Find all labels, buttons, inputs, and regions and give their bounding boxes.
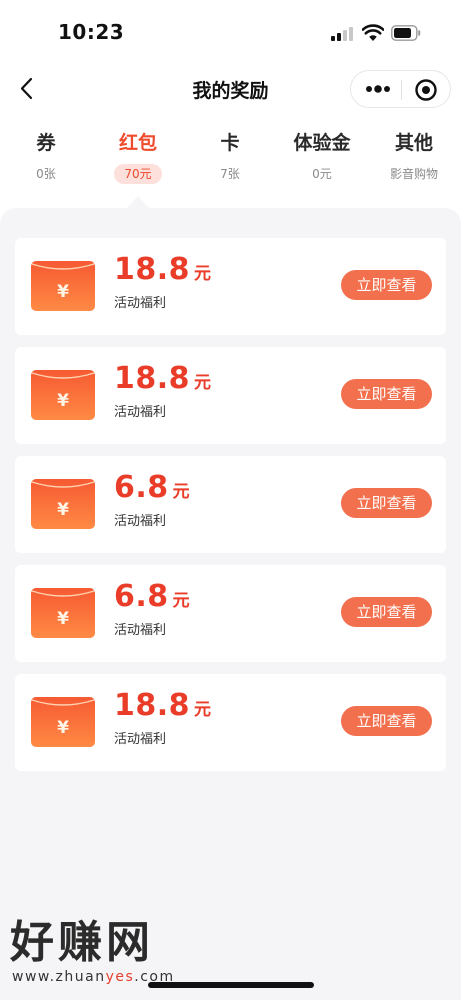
amount-row: 18.8 元 (114, 688, 211, 728)
yen-icon: ¥ (57, 609, 69, 629)
red-packet-card: ¥ 18.8 元 活动福利 立即查看 (15, 674, 446, 771)
tab-label: 红包 (118, 132, 157, 154)
red-envelope-icon: ¥ (31, 261, 95, 311)
red-envelope-icon: ¥ (31, 588, 95, 638)
mini-program-capsule (350, 70, 451, 108)
tab-count: 0元 (312, 167, 332, 181)
packet-amount: 6.8 (114, 579, 169, 614)
tab-count: 影音购物 (389, 167, 438, 181)
amount-unit: 元 (194, 700, 212, 720)
yen-icon: ¥ (57, 500, 69, 520)
amount-unit: 元 (172, 482, 190, 502)
tab-label: 体验金 (293, 132, 351, 154)
wifi-icon (362, 24, 384, 41)
more-dots-icon[interactable] (365, 81, 391, 97)
tab-others[interactable]: 其他 影音购物 (368, 124, 460, 190)
home-indicator[interactable] (148, 982, 314, 988)
view-now-button[interactable]: 立即查看 (341, 706, 432, 736)
tab-count: 7张 (220, 167, 240, 181)
tab-coupons[interactable]: 券 0张 (0, 124, 92, 190)
tab-label: 券 (36, 132, 56, 154)
battery-icon (391, 25, 421, 41)
view-now-button[interactable]: 立即查看 (341, 488, 432, 518)
signal-icon (331, 27, 353, 41)
packet-description: 活动福利 (114, 296, 167, 311)
view-now-button[interactable]: 立即查看 (341, 379, 432, 409)
amount-row: 6.8 元 (114, 470, 190, 510)
red-envelope-icon: ¥ (31, 479, 95, 529)
view-now-button[interactable]: 立即查看 (341, 270, 432, 300)
site-watermark: 好赚网 www.zhuanyes.com (10, 918, 210, 988)
yen-icon: ¥ (57, 718, 69, 738)
tab-count: 0张 (36, 167, 56, 181)
amount-unit: 元 (194, 264, 212, 284)
packet-amount: 18.8 (114, 361, 191, 396)
red-envelope-icon: ¥ (31, 370, 95, 420)
packet-amount: 18.8 (114, 252, 191, 287)
nav-bar: 我的奖励 (0, 66, 461, 112)
tab-trial-funds[interactable]: 体验金 0元 (276, 124, 368, 190)
view-now-button[interactable]: 立即查看 (341, 597, 432, 627)
packet-description: 活动福利 (114, 623, 167, 638)
packet-amount: 6.8 (114, 470, 169, 505)
red-packet-card: ¥ 18.8 元 活动福利 立即查看 (15, 238, 446, 335)
red-envelope-icon: ¥ (31, 697, 95, 747)
status-time: 10:23 (58, 20, 125, 44)
reward-tabs: 券 0张 红包 70元 卡 7张 体验金 0元 其他 影音购物 (0, 124, 461, 194)
yen-icon: ¥ (57, 282, 69, 302)
amount-row: 18.8 元 (114, 252, 211, 292)
tab-label: 其他 (394, 132, 433, 154)
red-packet-card: ¥ 6.8 元 活动福利 立即查看 (15, 456, 446, 553)
target-circle-icon[interactable] (414, 78, 438, 102)
packet-description: 活动福利 (114, 514, 167, 529)
red-packet-card: ¥ 6.8 元 活动福利 立即查看 (15, 565, 446, 662)
capsule-divider (401, 80, 402, 100)
packet-description: 活动福利 (114, 405, 167, 420)
amount-row: 6.8 元 (114, 579, 190, 619)
red-packet-card: ¥ 18.8 元 活动福利 立即查看 (15, 347, 446, 444)
active-tab-pointer (127, 196, 149, 208)
rewards-page: 10:23 我的奖励 券 0张 红包 70元 卡 7张 体验金 0元 其他 影音… (0, 0, 461, 1000)
watermark-title: 好赚网 (10, 917, 154, 968)
status-bar: 10:23 (0, 0, 461, 66)
tab-red-packets[interactable]: 红包 70元 (92, 124, 184, 190)
tab-count: 70元 (114, 164, 162, 184)
amount-row: 18.8 元 (114, 361, 211, 401)
tab-label: 卡 (220, 132, 240, 154)
tab-cards[interactable]: 卡 7张 (184, 124, 276, 190)
packet-description: 活动福利 (114, 732, 167, 747)
amount-unit: 元 (194, 373, 212, 393)
yen-icon: ¥ (57, 391, 69, 411)
packet-amount: 18.8 (114, 688, 191, 723)
amount-unit: 元 (172, 591, 190, 611)
